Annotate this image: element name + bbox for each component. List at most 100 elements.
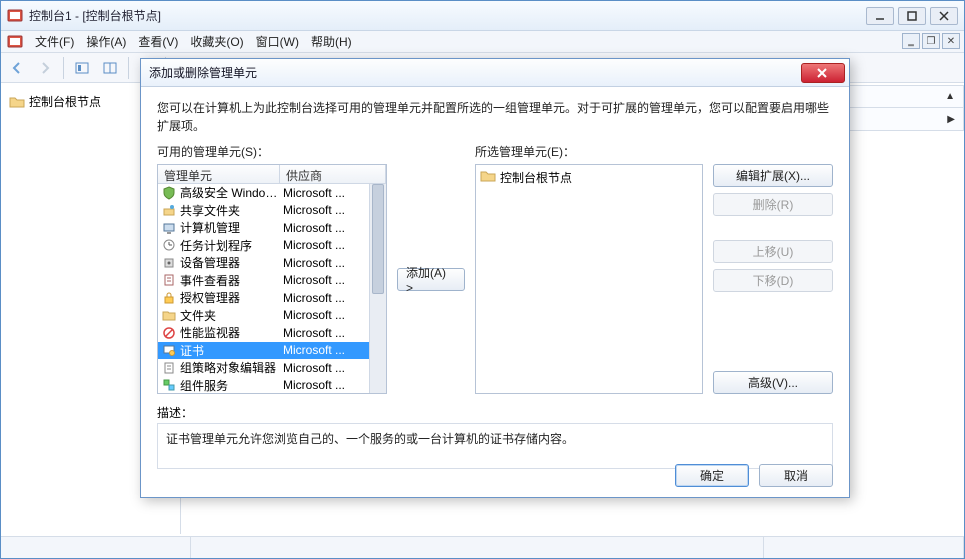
snapin-name: 计算机管理 (180, 219, 283, 236)
col-snapin[interactable]: 管理单元 (158, 165, 280, 183)
statusbar-2 (191, 537, 764, 558)
cancel-button[interactable]: 取消 (759, 464, 833, 487)
right-buttons: 编辑扩展(X)... 删除(R) 上移(U) 下移(D) 高级(V)... (713, 164, 833, 394)
app-icon-small (7, 34, 23, 50)
menu-action[interactable]: 操作(A) (86, 33, 126, 50)
snapin-row[interactable]: 证书Microsoft ... (158, 342, 386, 360)
selected-label: 所选管理单元(E)： (475, 143, 703, 160)
snapin-name: 组策略对象编辑器 (180, 359, 283, 376)
cert-icon (161, 342, 177, 358)
tb-show[interactable] (98, 56, 122, 80)
mdi-minimize[interactable]: ‗ (902, 33, 920, 49)
main-titlebar[interactable]: 控制台1 - [控制台根节点] (1, 1, 964, 31)
menu-favorites[interactable]: 收藏夹(O) (190, 33, 243, 50)
dialog-intro: 您可以在计算机上为此控制台选择可用的管理单元并配置所选的一组管理单元。对于可扩展… (157, 99, 833, 135)
description-label: 描述： (157, 404, 833, 421)
mdi-close[interactable]: ✕ (942, 33, 960, 49)
lock-icon (161, 290, 177, 306)
close-button[interactable] (930, 7, 958, 25)
maximize-button[interactable] (898, 7, 926, 25)
dialog-titlebar[interactable]: 添加或删除管理单元 (141, 59, 849, 87)
dialog-footer: 确定 取消 (675, 464, 833, 487)
snapin-name: 任务计划程序 (180, 237, 283, 254)
tb-back[interactable] (5, 56, 29, 80)
col-vendor[interactable]: 供应商 (280, 165, 386, 183)
toolbar-sep (63, 57, 64, 79)
snapin-row[interactable]: 计算机管理Microsoft ... (158, 219, 386, 237)
snapin-name: 事件查看器 (180, 272, 283, 289)
snapin-name: 证书 (180, 342, 283, 359)
app-icon (7, 8, 23, 24)
share-icon (161, 202, 177, 218)
available-header: 管理单元 供应商 (158, 165, 386, 184)
movedown-button: 下移(D) (713, 269, 833, 292)
expand-icon: ▶ (947, 114, 955, 125)
snapin-row[interactable]: 事件查看器Microsoft ... (158, 272, 386, 290)
dialog-title: 添加或删除管理单元 (149, 64, 801, 81)
moveup-button: 上移(U) (713, 240, 833, 263)
tb-up[interactable] (70, 56, 94, 80)
snapin-name: 设备管理器 (180, 254, 283, 271)
snapin-row[interactable]: 文件夹Microsoft ... (158, 307, 386, 325)
edit-extensions-button[interactable]: 编辑扩展(X)... (713, 164, 833, 187)
snapin-dialog: 添加或删除管理单元 您可以在计算机上为此控制台选择可用的管理单元并配置所选的一组… (140, 58, 850, 498)
remove-button: 删除(R) (713, 193, 833, 216)
available-rows: 高级安全 Window...Microsoft ...共享文件夹Microsof… (158, 184, 386, 394)
snapin-name: 文件夹 (180, 307, 283, 324)
folder-icon (9, 94, 25, 110)
tree-root-label: 控制台根节点 (29, 93, 101, 110)
clock-icon (161, 237, 177, 253)
available-scrollbar[interactable] (369, 184, 386, 393)
add-button[interactable]: 添加(A) > (397, 268, 465, 291)
snapin-row[interactable]: 设备管理器Microsoft ... (158, 254, 386, 272)
snapin-name: 高级安全 Window... (180, 184, 283, 201)
menu-window[interactable]: 窗口(W) (256, 33, 299, 50)
mdi-restore[interactable]: ❐ (922, 33, 940, 49)
statusbar-1 (1, 537, 191, 558)
minimize-button[interactable] (866, 7, 894, 25)
description-text: 证书管理单元允许您浏览自己的、一个服务的或一台计算机的证书存储内容。 (157, 423, 833, 469)
window-buttons (866, 7, 958, 25)
selected-root-label: 控制台根节点 (500, 169, 572, 186)
snapin-row[interactable]: 授权管理器Microsoft ... (158, 289, 386, 307)
snapin-row[interactable]: 共享文件夹Microsoft ... (158, 202, 386, 220)
snapin-name: 性能监视器 (180, 324, 283, 341)
event-icon (161, 272, 177, 288)
statusbar-3 (764, 537, 964, 558)
snapin-row[interactable]: 任务计划程序Microsoft ... (158, 237, 386, 255)
snapin-name: 共享文件夹 (180, 202, 283, 219)
dialog-body: 您可以在计算机上为此控制台选择可用的管理单元并配置所选的一组管理单元。对于可扩展… (141, 87, 849, 497)
tb-forward[interactable] (33, 56, 57, 80)
menu-view[interactable]: 查看(V) (138, 33, 178, 50)
computer-icon (161, 220, 177, 236)
gpo-icon (161, 360, 177, 376)
snapin-name: 组件服务 (180, 377, 283, 394)
device-icon (161, 255, 177, 271)
perf-icon (161, 325, 177, 341)
shield-icon (161, 185, 177, 201)
statusbar (1, 536, 964, 558)
dialog-close-button[interactable] (801, 63, 845, 83)
available-list[interactable]: 管理单元 供应商 高级安全 Window...Microsoft ...共享文件… (157, 164, 387, 394)
selected-root-item[interactable]: 控制台根节点 (478, 167, 700, 188)
snapin-row[interactable]: 组策略对象编辑器Microsoft ... (158, 359, 386, 377)
snapin-row[interactable]: 组件服务Microsoft ... (158, 377, 386, 395)
ok-button[interactable]: 确定 (675, 464, 749, 487)
description-box: 描述： 证书管理单元允许您浏览自己的、一个服务的或一台计算机的证书存储内容。 (157, 404, 833, 469)
toolbar-sep2 (128, 57, 129, 79)
selected-list[interactable]: 控制台根节点 (475, 164, 703, 394)
window-title: 控制台1 - [控制台根节点] (29, 7, 866, 24)
scrollbar-thumb[interactable] (372, 184, 384, 294)
menubar: 文件(F) 操作(A) 查看(V) 收藏夹(O) 窗口(W) 帮助(H) ‗ ❐… (1, 31, 964, 53)
menu-help[interactable]: 帮助(H) (311, 33, 352, 50)
mdi-controls: ‗ ❐ ✕ (902, 33, 960, 49)
dialog-columns: 管理单元 供应商 高级安全 Window...Microsoft ...共享文件… (157, 164, 833, 394)
snapin-row[interactable]: 高级安全 Window...Microsoft ... (158, 184, 386, 202)
selected-wrap: 控制台根节点 编辑扩展(X)... 删除(R) 上移(U) 下移(D) 高级(V… (475, 164, 833, 394)
snapin-row[interactable]: 性能监视器Microsoft ... (158, 324, 386, 342)
menu-file[interactable]: 文件(F) (35, 33, 74, 50)
snapin-name: 授权管理器 (180, 289, 283, 306)
comp-icon (161, 377, 177, 393)
add-column: 添加(A) > (397, 164, 465, 394)
advanced-button[interactable]: 高级(V)... (713, 371, 833, 394)
